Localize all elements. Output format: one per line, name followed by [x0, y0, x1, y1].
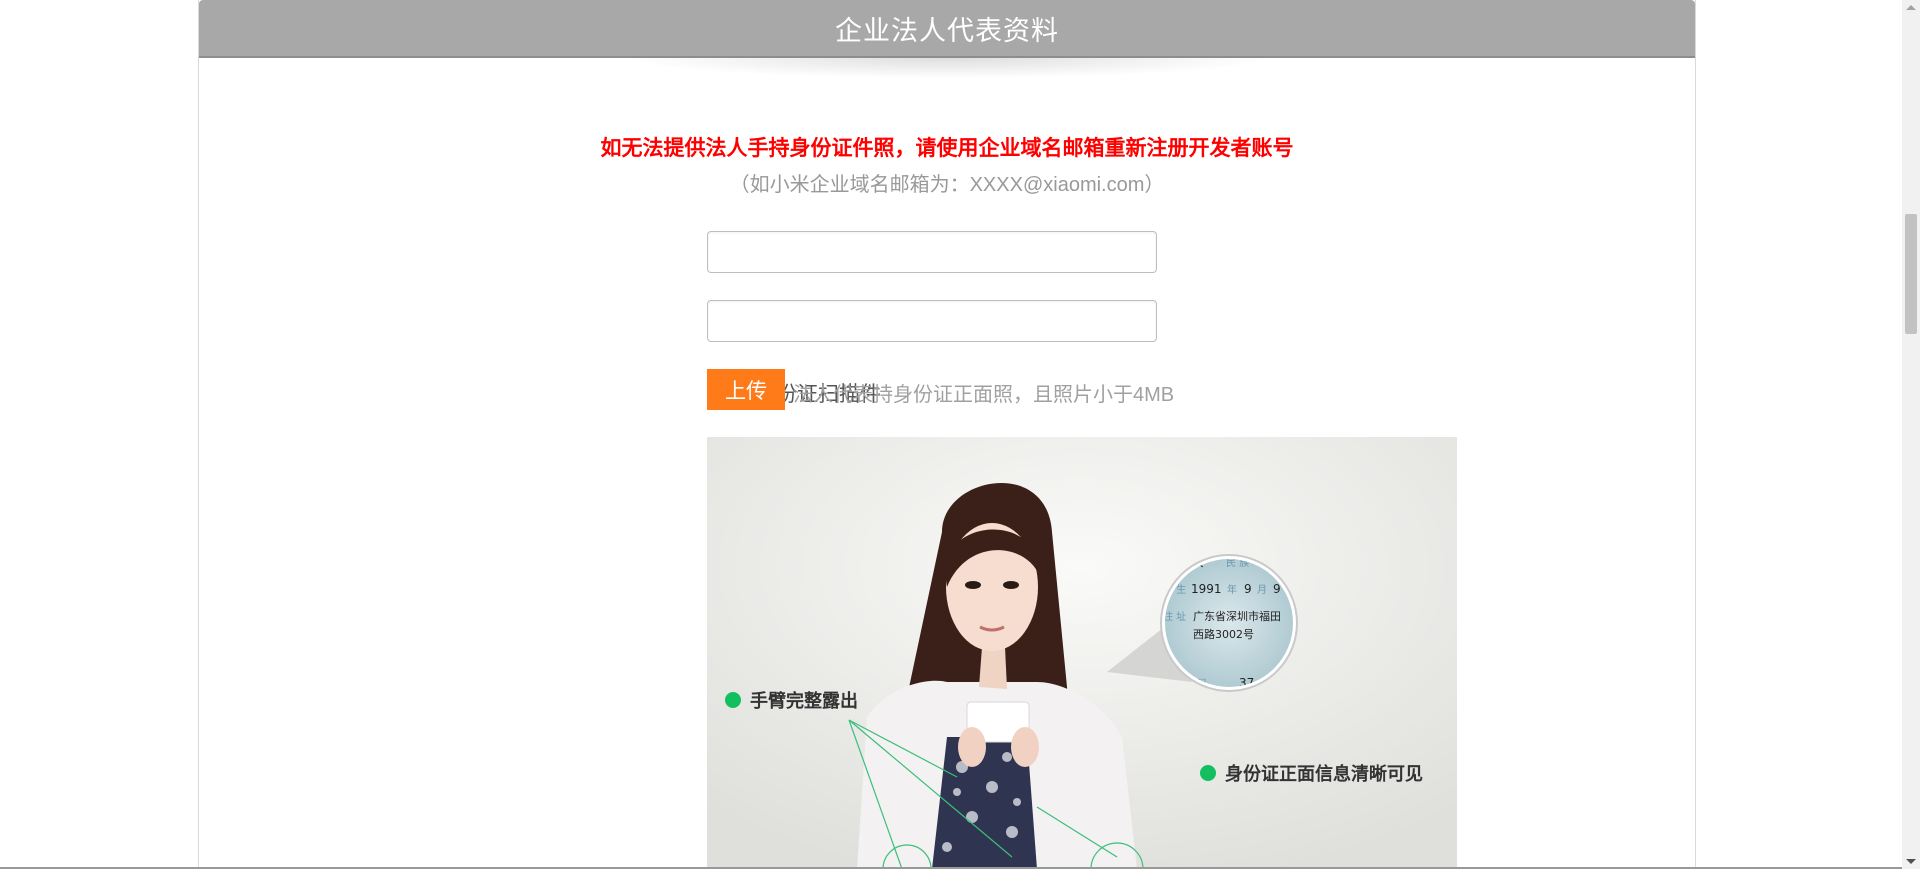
id-card-birth-year: 1991 — [1191, 582, 1222, 596]
panel-title: 企业法人代表资料 — [835, 15, 1059, 46]
callout-front-dot — [1200, 765, 1216, 781]
legal-rep-panel: 企业法人代表资料 如无法提供法人手持身份证件照，请使用企业域名邮箱重新注册开发者… — [198, 0, 1696, 869]
callout-front-text: 身份证正面信息清晰可见 — [1225, 763, 1423, 784]
domain-email-notice: 如无法提供法人手持身份证件照，请使用企业域名邮箱重新注册开发者账号 — [600, 137, 1294, 160]
id-card-address-line1: 广东省深圳市福田 — [1193, 609, 1281, 623]
callout-arm-dot — [725, 692, 741, 708]
scroll-down-arrow-icon[interactable] — [1906, 859, 1916, 864]
id-card-month-unit: 月 — [1257, 584, 1267, 596]
id-number-input[interactable] — [707, 300, 1157, 342]
scroll-thumb[interactable] — [1905, 214, 1917, 334]
header-shadow — [599, 58, 1299, 80]
upload-button[interactable]: 上传 — [707, 369, 785, 410]
id-card-birth-month: 9 — [1244, 582, 1252, 596]
id-card-birth-day: 9 — [1273, 582, 1281, 596]
id-card-address-key: 住 址 — [1163, 610, 1186, 623]
example-photo: 别 女 民 族 汉 出 生 1991 年 9 月 9 住 址 广东省深圳市福田 … — [707, 437, 1457, 869]
example-illustration: 别 女 民 族 汉 出 生 1991 年 9 月 9 住 址 广东省深圳市福田 … — [707, 437, 1457, 869]
legal-rep-name-input[interactable] — [707, 231, 1157, 273]
page-scrollbar[interactable] — [1902, 0, 1920, 869]
callout-front: 身份证正面信息清晰可见 — [1200, 763, 1423, 784]
id-card-address-line2: 西路3002号 — [1193, 628, 1254, 641]
id-card-year-unit: 年 — [1227, 583, 1237, 596]
zoom-circle — [1165, 559, 1293, 687]
callout-arm-text: 手臂完整露出 — [750, 690, 858, 711]
panel-header: 企业法人代表资料 — [199, 0, 1695, 58]
upload-hint: 法人代表持身份证正面照，且照片小于4MB — [793, 384, 1175, 406]
scroll-up-arrow-icon[interactable] — [1906, 5, 1916, 10]
example-email-note: （如小米企业域名邮箱为：XXXX@xiaomi.com） — [729, 174, 1165, 196]
